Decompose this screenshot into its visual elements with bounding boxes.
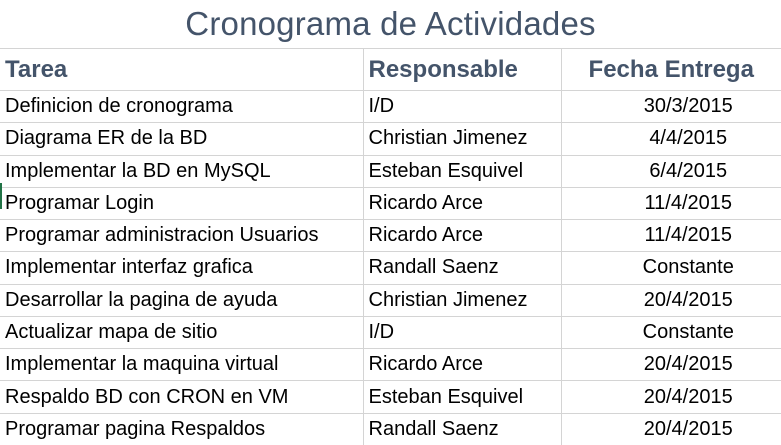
cell-tarea[interactable]: Diagrama ER de la BD — [0, 122, 364, 156]
cell-responsable[interactable]: Randall Saenz — [362, 412, 562, 445]
table-row: Implementar la maquina virtual Ricardo Ar… — [0, 348, 781, 382]
cell-fecha-entrega[interactable]: 11/4/2015 — [560, 186, 781, 221]
table-row: Diagrama ER de la BD Christian Jimenez 4/4… — [0, 122, 781, 156]
cell-responsable[interactable]: Esteban Esquivel — [362, 380, 562, 414]
cell-tarea[interactable]: Definicion de cronograma — [0, 89, 364, 124]
table-row: Desarrollar la pagina de ayuda Christian … — [0, 283, 781, 317]
cell-responsable[interactable]: Esteban Esquivel — [362, 154, 562, 188]
cell-tarea[interactable]: Actualizar mapa de sitio — [0, 315, 364, 350]
cell-fecha-entrega[interactable]: 20/4/2015 — [560, 380, 781, 414]
table-row: Programar administracion Usuarios Ricardo… — [0, 219, 781, 253]
cell-fecha-entrega[interactable]: 20/4/2015 — [560, 348, 781, 382]
sheet-title[interactable]: Cronograma de Actividades — [0, 0, 781, 49]
cell-fecha-entrega[interactable]: 30/3/2015 — [560, 89, 781, 124]
cell-tarea[interactable]: Implementar interfaz grafica — [0, 251, 364, 285]
cell-tarea[interactable]: Programar pagina Respaldos — [0, 412, 364, 445]
cell-tarea[interactable]: Programar Login — [0, 186, 364, 221]
cell-fecha-entrega[interactable]: 11/4/2015 — [560, 219, 781, 253]
cell-fecha-entrega[interactable]: Constante — [560, 251, 781, 285]
cell-fecha-entrega[interactable]: 4/4/2015 — [560, 122, 781, 156]
table-row: Actualizar mapa de sitio I/D Constante — [0, 315, 781, 350]
cell-tarea[interactable]: Implementar la BD en MySQL — [0, 154, 364, 188]
table-row: Programar Login Ricardo Arce 11/4/2015 — [0, 186, 781, 221]
cell-fecha-entrega[interactable]: 20/4/2015 — [560, 412, 781, 445]
cell-responsable[interactable]: Ricardo Arce — [362, 186, 562, 221]
header-row: Tarea Responsable Fecha Entrega — [0, 48, 781, 91]
cell-tarea[interactable]: Implementar la maquina virtual — [0, 348, 364, 382]
cell-tarea[interactable]: Programar administracion Usuarios — [0, 219, 364, 253]
cell-fecha-entrega[interactable]: Constante — [560, 315, 781, 350]
cell-responsable[interactable]: Randall Saenz — [362, 251, 562, 285]
cell-responsable[interactable]: Christian Jimenez — [362, 122, 562, 156]
row-selection-indicator — [0, 183, 2, 209]
table-row: Implementar interfaz grafica Randall Saen… — [0, 251, 781, 285]
table-row: Definicion de cronograma I/D 30/3/2015 — [0, 89, 781, 124]
cell-responsable[interactable]: I/D — [362, 89, 562, 124]
header-responsable[interactable]: Responsable — [362, 48, 562, 91]
cell-responsable[interactable]: Ricardo Arce — [362, 219, 562, 253]
cell-fecha-entrega[interactable]: 20/4/2015 — [560, 283, 781, 317]
cell-tarea[interactable]: Respaldo BD con CRON en VM — [0, 380, 364, 414]
header-tarea[interactable]: Tarea — [0, 48, 364, 91]
header-fecha-entrega[interactable]: Fecha Entrega — [560, 48, 781, 91]
table-row: Respaldo BD con CRON en VM Esteban Esquiv… — [0, 380, 781, 414]
cell-tarea[interactable]: Desarrollar la pagina de ayuda — [0, 283, 364, 317]
table-row: Programar pagina Respaldos Randall Saenz 2… — [0, 412, 781, 445]
cell-responsable[interactable]: Ricardo Arce — [362, 348, 562, 382]
cell-responsable[interactable]: Christian Jimenez — [362, 283, 562, 317]
schedule-table: Tarea Responsable Fecha Entrega Definici… — [0, 48, 781, 445]
table-row: Implementar la BD en MySQL Esteban Esquiv… — [0, 154, 781, 188]
cell-fecha-entrega[interactable]: 6/4/2015 — [560, 154, 781, 188]
cell-responsable[interactable]: I/D — [362, 315, 562, 350]
